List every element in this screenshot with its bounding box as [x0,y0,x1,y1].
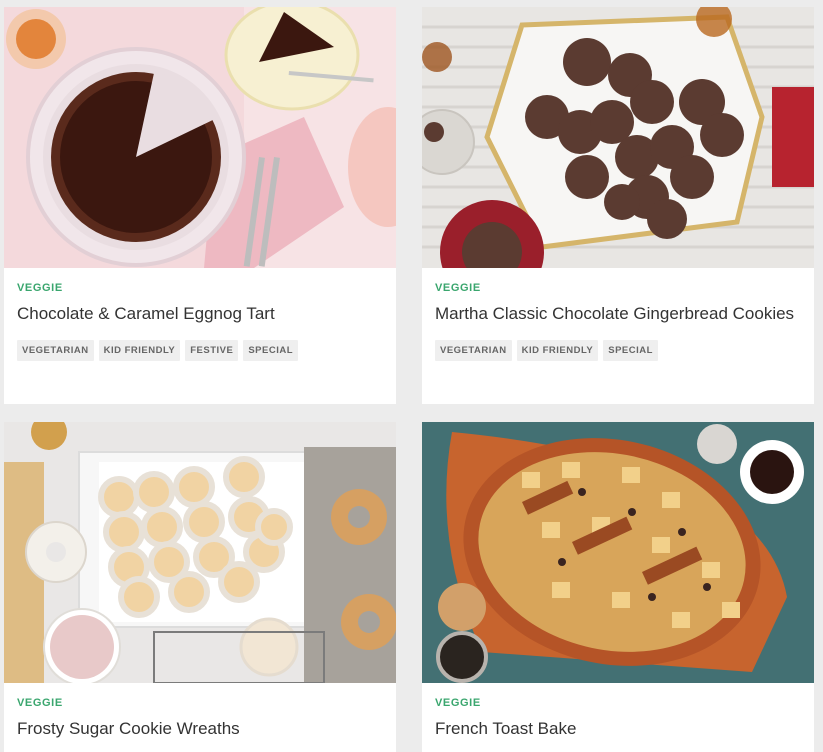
category-label: VEGGIE [17,282,63,294]
recipe-card[interactable]: VEGGIE Frosty Sugar Cookie Wreaths [4,422,396,752]
category-label: VEGGIE [17,697,63,709]
recipe-card[interactable]: VEGGIE French Toast Bake [422,422,814,752]
tag[interactable]: KID FRIENDLY [516,340,599,361]
recipe-image[interactable] [422,422,814,683]
tag-list: VEGETARIAN KID FRIENDLY FESTIVE SPECIAL [17,340,396,361]
recipe-title[interactable]: Martha Classic Chocolate Gingerbread Coo… [435,302,801,326]
recipe-card[interactable]: VEGGIE Martha Classic Chocolate Gingerbr… [422,7,814,404]
tag[interactable]: SPECIAL [603,340,658,361]
category-label: VEGGIE [435,697,481,709]
recipe-title[interactable]: Chocolate & Caramel Eggnog Tart [17,302,383,326]
recipe-title[interactable]: Frosty Sugar Cookie Wreaths [17,717,383,741]
tag[interactable]: VEGETARIAN [435,340,512,361]
recipe-image[interactable] [4,422,396,683]
category-label: VEGGIE [435,282,481,294]
tag[interactable]: FESTIVE [185,340,239,361]
recipe-card[interactable]: VEGGIE Chocolate & Caramel Eggnog Tart V… [4,7,396,404]
tag[interactable]: VEGETARIAN [17,340,94,361]
recipe-title[interactable]: French Toast Bake [435,717,801,741]
recipe-image[interactable] [4,7,396,268]
tag[interactable]: KID FRIENDLY [98,340,181,361]
tag[interactable]: SPECIAL [243,340,299,361]
tag-list: VEGETARIAN KID FRIENDLY SPECIAL [435,340,814,361]
recipe-image[interactable] [422,7,814,268]
